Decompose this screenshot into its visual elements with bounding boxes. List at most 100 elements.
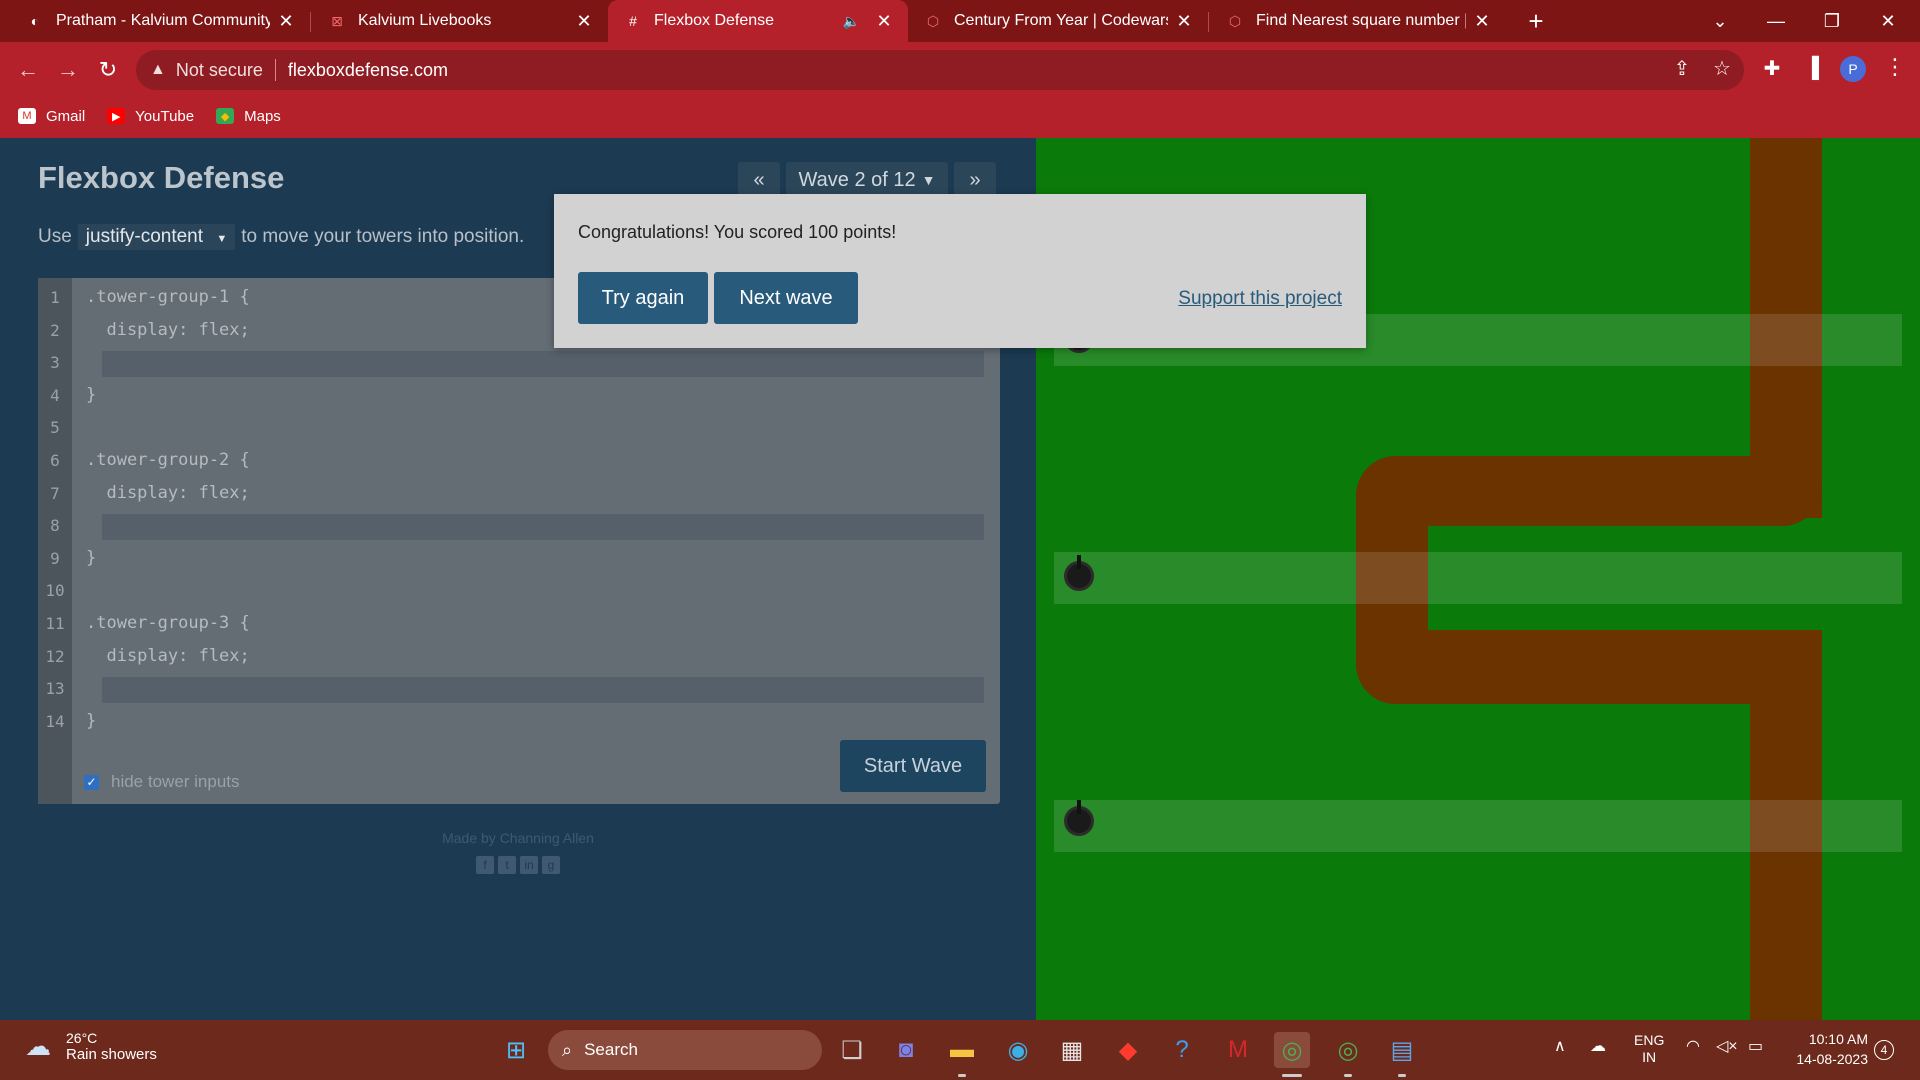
- forward-icon[interactable]: →: [52, 54, 84, 86]
- tab-title: Kalvium Livebooks: [358, 12, 492, 29]
- notepad-icon[interactable]: ▤: [1384, 1032, 1420, 1068]
- code-line: .tower-group-3 {: [86, 613, 250, 633]
- linkedin-icon[interactable]: in: [520, 856, 538, 874]
- menu-icon[interactable]: ⋮: [1884, 54, 1906, 80]
- chrome-icon[interactable]: ◎: [1330, 1032, 1366, 1068]
- bookmark-youtube[interactable]: ▶ YouTube: [107, 108, 194, 125]
- css-editor: ✓ hide tower inputs Start Wave 1 .tower-g…: [38, 278, 1000, 804]
- warning-icon: ▲: [150, 61, 166, 78]
- close-tab-icon[interactable]: ✕: [574, 11, 594, 32]
- css-property-input[interactable]: [102, 677, 984, 704]
- restore-icon[interactable]: ❐: [1804, 0, 1860, 42]
- wifi-icon[interactable]: ◠: [1686, 1036, 1700, 1056]
- made-by-credit[interactable]: Made by Channing Allen: [0, 830, 1036, 846]
- new-tab-button[interactable]: +: [1520, 6, 1552, 36]
- active-indicator: [1282, 1074, 1302, 1077]
- code-line: .tower-group-2 {: [86, 450, 250, 470]
- tab-find-nearest-square[interactable]: ⬡ Find Nearest square number | Co ✕: [1210, 0, 1506, 42]
- next-wave-button[interactable]: Next wave: [714, 272, 858, 324]
- score-message: Congratulations! You scored 100 points!: [578, 222, 897, 242]
- edge-icon[interactable]: ◉: [1000, 1032, 1036, 1068]
- wave-selector[interactable]: Wave 2 of 12 ▼: [786, 162, 948, 198]
- side-panel-icon[interactable]: ▐: [1796, 52, 1828, 84]
- anydesk-icon[interactable]: ◆: [1110, 1032, 1146, 1068]
- windows-start-icon[interactable]: ⊞: [498, 1032, 534, 1068]
- tab-flexbox-defense[interactable]: # Flexbox Defense 🔈 ✕: [608, 0, 908, 42]
- search-icon: ⌕: [562, 1039, 573, 1060]
- tab-century-from-year[interactable]: ⬡ Century From Year | Codewars ✕: [908, 0, 1208, 42]
- close-tab-icon[interactable]: ✕: [1472, 11, 1492, 32]
- bookmarks-bar: M Gmail ▶ YouTube ◆ Maps: [0, 98, 1920, 134]
- css-property-input[interactable]: [102, 351, 984, 378]
- tab-title: Find Nearest square number | Co: [1256, 12, 1466, 29]
- instruction-prefix: Use: [38, 226, 72, 247]
- teams-chat-icon[interactable]: ◙: [888, 1032, 924, 1068]
- bookmark-maps[interactable]: ◆ Maps: [216, 108, 281, 125]
- line-number: 6: [50, 451, 60, 470]
- show-hidden-icons-icon[interactable]: ∧: [1554, 1036, 1566, 1056]
- language-indicator[interactable]: ENG IN: [1634, 1032, 1664, 1066]
- github-icon[interactable]: g: [542, 856, 560, 874]
- code-line: }: [86, 710, 97, 731]
- weather-widget[interactable]: ☁ 26°C Rain showers: [20, 1030, 157, 1063]
- speaker-muted-icon[interactable]: ◁×: [1716, 1036, 1738, 1056]
- close-tab-icon[interactable]: ✕: [1174, 11, 1194, 32]
- line-number: 2: [50, 320, 60, 340]
- running-indicator: [1398, 1074, 1406, 1077]
- notification-count[interactable]: 4: [1874, 1040, 1894, 1060]
- support-project-link[interactable]: Support this project: [1178, 288, 1342, 310]
- property-dropdown[interactable]: justify-content ▼: [77, 224, 236, 250]
- tab-title: Pratham - Kalvium Community W: [56, 12, 270, 29]
- taskbar-search[interactable]: ⌕ Search: [548, 1030, 822, 1070]
- battery-icon[interactable]: ▭: [1748, 1036, 1763, 1056]
- speaker-icon[interactable]: 🔈: [843, 13, 860, 30]
- line-number: 9: [50, 548, 60, 568]
- clock[interactable]: 10:10 AM 14-08-2023: [1780, 1029, 1868, 1069]
- line-number: 10: [45, 581, 65, 601]
- try-again-button[interactable]: Try again: [578, 272, 708, 324]
- next-wave-arrow-button[interactable]: »: [954, 162, 996, 198]
- kalvium-community-icon: ◐: [30, 13, 40, 29]
- code-line: display: flex;: [86, 482, 250, 503]
- hash-icon: #: [629, 13, 637, 29]
- help-icon[interactable]: ?: [1164, 1032, 1200, 1068]
- line-number: 12: [45, 646, 65, 666]
- instruction-suffix: to move your towers into position.: [241, 226, 525, 247]
- close-window-icon[interactable]: ✕: [1860, 0, 1916, 42]
- extensions-icon[interactable]: ✚: [1756, 52, 1788, 84]
- share-icon[interactable]: ⇪: [1666, 52, 1698, 84]
- reload-icon[interactable]: ↻: [92, 54, 124, 86]
- css-property-input[interactable]: [102, 514, 984, 541]
- code-line: display: flex;: [86, 319, 250, 340]
- running-indicator: [1344, 1074, 1352, 1077]
- tab-kalvium-livebooks[interactable]: ⊠ Kalvium Livebooks ✕: [312, 0, 608, 42]
- microsoft-store-icon[interactable]: ▦: [1054, 1032, 1090, 1068]
- tower-row-2: [1054, 552, 1902, 604]
- chrome-profile-p-icon[interactable]: ◎: [1274, 1032, 1310, 1068]
- onedrive-icon[interactable]: ☁: [1590, 1036, 1606, 1056]
- address-bar[interactable]: ▲ Not secure flexboxdefense.com: [136, 50, 1744, 90]
- previous-wave-button[interactable]: «: [738, 162, 780, 198]
- bookmark-star-icon[interactable]: ☆: [1706, 52, 1738, 84]
- minimize-icon[interactable]: —: [1748, 0, 1804, 42]
- line-number: 4: [50, 385, 60, 405]
- twitter-icon[interactable]: t: [498, 856, 516, 874]
- instructions: Use justify-content ▼ to move your tower…: [38, 224, 524, 250]
- hide-tower-inputs-checkbox[interactable]: ✓ hide tower inputs: [84, 772, 240, 792]
- tab-search-icon[interactable]: ⌄: [1692, 0, 1748, 42]
- bookmark-gmail[interactable]: M Gmail: [18, 108, 85, 125]
- task-view-icon[interactable]: ❏: [834, 1032, 870, 1068]
- mcafee-icon[interactable]: M: [1220, 1032, 1256, 1068]
- tab-pratham[interactable]: ◐ Pratham - Kalvium Community W ✕: [10, 0, 310, 42]
- profile-avatar[interactable]: P: [1840, 56, 1866, 82]
- facebook-icon[interactable]: f: [476, 856, 494, 874]
- back-icon[interactable]: ←: [12, 54, 44, 86]
- codewars-icon: ⬡: [926, 12, 940, 29]
- line-number: 7: [50, 483, 60, 503]
- code-line: .tower-group-1 {: [86, 287, 250, 307]
- file-explorer-icon[interactable]: ▬: [944, 1032, 980, 1068]
- social-links: f t in g: [476, 856, 564, 874]
- close-tab-icon[interactable]: ✕: [276, 11, 296, 32]
- close-tab-icon[interactable]: ✕: [874, 11, 894, 32]
- start-wave-button[interactable]: Start Wave: [840, 740, 986, 792]
